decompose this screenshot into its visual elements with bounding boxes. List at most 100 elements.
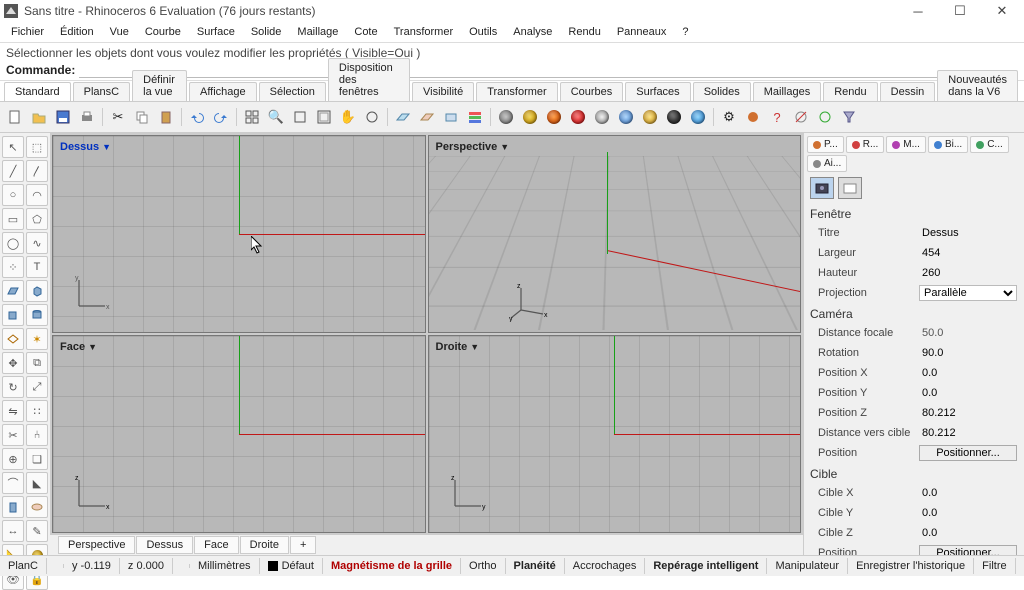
material-gold-icon[interactable]: [639, 106, 661, 128]
line-icon[interactable]: ╱: [2, 160, 24, 182]
vptab-front[interactable]: Face: [194, 536, 238, 554]
copy-icon[interactable]: [131, 106, 153, 128]
status-smarttrack[interactable]: Repérage intelligent: [645, 558, 767, 574]
polyline-icon[interactable]: 〳: [26, 160, 48, 182]
chamfer-icon[interactable]: ◣: [26, 472, 48, 494]
lasso-icon[interactable]: ⬚: [26, 136, 48, 158]
material-red-icon[interactable]: [567, 106, 589, 128]
hide-icon[interactable]: [790, 106, 812, 128]
tab-solids[interactable]: Solides: [693, 82, 751, 101]
prop-ciblex[interactable]: [919, 485, 1023, 501]
prop-projection[interactable]: Parallèle: [919, 285, 1017, 301]
move-icon[interactable]: ✥: [2, 352, 24, 374]
tab-draw[interactable]: Dessin: [880, 82, 936, 101]
zoom-icon[interactable]: 🔍: [265, 106, 287, 128]
menu-render[interactable]: Rendu: [561, 24, 607, 40]
pan-icon[interactable]: ✋: [337, 106, 359, 128]
options-icon[interactable]: ⚙: [718, 106, 740, 128]
prop-ciblez[interactable]: [919, 525, 1023, 541]
panel-tab-libraries[interactable]: Bi...: [928, 136, 968, 153]
pointer-icon[interactable]: ↖: [2, 136, 24, 158]
tab-selection[interactable]: Sélection: [259, 82, 326, 101]
menu-surface[interactable]: Surface: [190, 24, 242, 40]
polygon-icon[interactable]: ⬠: [26, 208, 48, 230]
tab-plansc[interactable]: PlansC: [73, 82, 130, 101]
curve-icon[interactable]: ∿: [26, 232, 48, 254]
tab-setview[interactable]: Définir la vue: [132, 70, 187, 101]
panel-tab-help[interactable]: Ai...: [807, 155, 847, 172]
cut-icon[interactable]: ✂: [107, 106, 129, 128]
status-planar[interactable]: Planéité: [506, 558, 565, 574]
viewport-right[interactable]: Droite▼ y z: [428, 335, 802, 533]
circle-icon[interactable]: ○: [2, 184, 24, 206]
filter-icon[interactable]: [838, 106, 860, 128]
panel-tab-layers[interactable]: C...: [970, 136, 1009, 153]
mirror-icon[interactable]: ⇋: [2, 400, 24, 422]
revolve-icon[interactable]: [26, 496, 48, 518]
status-gumball[interactable]: Manipulateur: [767, 558, 848, 574]
menu-curve[interactable]: Courbe: [138, 24, 188, 40]
menu-help[interactable]: ?: [675, 24, 695, 40]
status-filter[interactable]: Filtre: [974, 558, 1015, 574]
fillet-icon[interactable]: ⌒: [2, 472, 24, 494]
close-button[interactable]: ✕: [984, 0, 1020, 22]
tab-standard[interactable]: Standard: [4, 82, 71, 101]
help-icon[interactable]: ?: [766, 106, 788, 128]
btn-position-camera[interactable]: Positionner...: [919, 445, 1017, 461]
tab-transform[interactable]: Transformer: [476, 82, 558, 101]
status-history[interactable]: Enregistrer l'historique: [848, 558, 974, 574]
paste-icon[interactable]: [155, 106, 177, 128]
new-icon[interactable]: [4, 106, 26, 128]
shade-icon[interactable]: [495, 106, 517, 128]
material-env-icon[interactable]: [687, 106, 709, 128]
mode-object-icon[interactable]: [838, 177, 862, 199]
cylinder-icon[interactable]: [26, 304, 48, 326]
surface-icon[interactable]: [2, 280, 24, 302]
tab-curves[interactable]: Courbes: [560, 82, 624, 101]
menu-solid[interactable]: Solide: [244, 24, 289, 40]
tab-surfaces[interactable]: Surfaces: [625, 82, 690, 101]
box-icon[interactable]: [2, 304, 24, 326]
solid-icon[interactable]: [26, 280, 48, 302]
zoom-extents-icon[interactable]: [289, 106, 311, 128]
menu-dimension[interactable]: Cote: [347, 24, 384, 40]
named-cplane-icon[interactable]: [440, 106, 462, 128]
menu-panels[interactable]: Panneaux: [610, 24, 674, 40]
prop-largeur[interactable]: [919, 245, 1023, 261]
open-icon[interactable]: [28, 106, 50, 128]
redo-icon[interactable]: [210, 106, 232, 128]
command-input[interactable]: [79, 61, 1018, 78]
tab-viewport-layout[interactable]: Disposition des fenêtres: [328, 58, 410, 101]
prop-posz[interactable]: [919, 405, 1023, 421]
status-more[interactable]: Mé...: [1016, 558, 1024, 574]
menu-analyze[interactable]: Analyse: [506, 24, 559, 40]
menu-edit[interactable]: Édition: [53, 24, 101, 40]
tab-visibility[interactable]: Visibilité: [412, 82, 474, 101]
group-icon[interactable]: ❏: [26, 448, 48, 470]
render-icon[interactable]: [543, 106, 565, 128]
save-icon[interactable]: [52, 106, 74, 128]
vptab-perspective[interactable]: Perspective: [58, 536, 135, 554]
render-preview-icon[interactable]: [519, 106, 541, 128]
dimension-icon[interactable]: ↔: [2, 520, 24, 542]
vptab-top[interactable]: Dessus: [136, 536, 193, 554]
panel-tab-render[interactable]: R...: [846, 136, 885, 153]
viewport-front[interactable]: Face▼ x z: [52, 335, 426, 533]
prop-cibley[interactable]: [919, 505, 1023, 521]
trim-icon[interactable]: ✂: [2, 424, 24, 446]
mesh-icon[interactable]: [2, 328, 24, 350]
tab-new-v6[interactable]: Nouveautés dans la V6: [937, 70, 1018, 101]
rotate-view-icon[interactable]: [361, 106, 383, 128]
panel-tab-materials[interactable]: M...: [886, 136, 926, 153]
points-icon[interactable]: ⁘: [2, 256, 24, 278]
layers-icon[interactable]: [464, 106, 486, 128]
undo-icon[interactable]: [186, 106, 208, 128]
maximize-button[interactable]: ☐: [942, 0, 978, 22]
zoom-extents-all-icon[interactable]: [313, 106, 335, 128]
material-glass-icon[interactable]: [615, 106, 637, 128]
viewport-perspective[interactable]: Perspective▼ x y z: [428, 135, 802, 333]
prop-hauteur[interactable]: [919, 265, 1023, 281]
material-dark-icon[interactable]: [663, 106, 685, 128]
tab-meshes[interactable]: Maillages: [753, 82, 821, 101]
minimize-button[interactable]: ─: [900, 0, 936, 22]
